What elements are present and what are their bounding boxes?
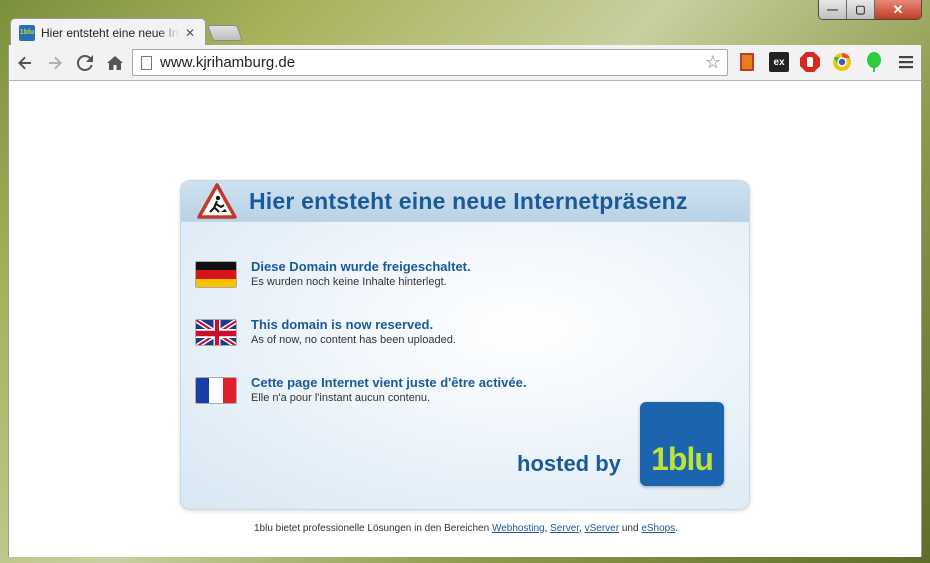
home-icon xyxy=(107,55,123,70)
url-text: www.kjrihamburg.de xyxy=(160,54,296,71)
footer-end: . xyxy=(675,523,679,534)
browser-toolbar: www.kjrihamburg.de ☆ ex xyxy=(8,45,922,81)
lang-row-fr: Cette page Internet vient juste d'être a… xyxy=(195,375,526,405)
minimize-button[interactable]: — xyxy=(819,0,847,19)
home-button[interactable] xyxy=(101,49,129,77)
lang-subtitle: Elle n'a pour l'instant aucun contenu. xyxy=(251,392,431,404)
chrome-icon[interactable] xyxy=(832,52,852,72)
forward-button[interactable] xyxy=(41,49,69,77)
footer-separator: , xyxy=(579,523,582,534)
1blu-logo[interactable]: 1blu xyxy=(640,402,724,486)
uk-flag-icon xyxy=(195,319,237,346)
lang-subtitle: Es wurden noch keine Inhalte hinterlegt. xyxy=(251,276,447,288)
webhosting-link[interactable]: Webhosting xyxy=(492,523,545,534)
page-title: Hier entsteht eine neue Internetpräsenz xyxy=(249,187,688,214)
forward-arrow-icon xyxy=(49,56,62,69)
lang-row-de: Diese Domain wurde freigeschaltet. Es wu… xyxy=(195,259,471,289)
window-controls: — ▢ ✕ xyxy=(818,0,922,20)
back-button[interactable] xyxy=(11,49,39,77)
hosted-by-label: hosted by xyxy=(517,451,621,476)
eshops-link[interactable]: eShops xyxy=(641,523,675,534)
ex-icon[interactable]: ex xyxy=(769,52,789,72)
construction-warning-icon xyxy=(197,183,237,219)
panel-header: Hier entsteht eine neue Internetpräsenz xyxy=(181,181,749,222)
footer-and: und xyxy=(621,523,639,534)
footer-text: 1blu bietet professionelle Lösungen in d… xyxy=(253,523,490,534)
browser-window: — ▢ ✕ 1blu Hier entsteht eine neue Inter… xyxy=(0,0,930,563)
french-flag-icon xyxy=(195,377,237,404)
back-arrow-icon xyxy=(18,56,31,69)
page-icon xyxy=(141,55,152,70)
footer: 1blu bietet professionelle Lösungen in d… xyxy=(9,523,923,534)
german-flag-icon xyxy=(195,261,237,288)
lang-subtitle: As of now, no content has been uploaded. xyxy=(251,334,456,346)
lang-title: Diese Domain wurde freigeschaltet. xyxy=(251,259,471,274)
favicon-icon: 1blu xyxy=(19,24,35,41)
lang-row-en: This domain is now reserved. As of now, … xyxy=(195,317,456,347)
vserver-link[interactable]: vServer xyxy=(585,523,619,534)
tab-title: Hier entsteht eine neue Internetpräsenz xyxy=(41,25,179,40)
lang-title: This domain is now reserved. xyxy=(251,317,434,332)
evernote-icon[interactable] xyxy=(864,52,884,72)
address-bar[interactable]: www.kjrihamburg.de ☆ xyxy=(132,49,728,76)
maximize-button[interactable]: ▢ xyxy=(847,0,875,19)
lang-title: Cette page Internet vient juste d'être a… xyxy=(251,375,527,390)
server-link[interactable]: Server xyxy=(550,523,579,534)
menu-icon[interactable] xyxy=(896,52,916,72)
reload-icon xyxy=(77,54,93,71)
tab-active[interactable]: 1blu Hier entsteht eine neue Internetprä… xyxy=(10,18,206,46)
reload-button[interactable] xyxy=(71,49,99,77)
bookmark-icon[interactable] xyxy=(737,52,757,72)
bookmark-star-icon[interactable]: ☆ xyxy=(705,52,721,73)
tab-close-icon[interactable]: ✕ xyxy=(185,26,195,40)
adblock-icon[interactable] xyxy=(800,52,820,72)
footer-separator: , xyxy=(544,523,548,534)
close-window-button[interactable]: ✕ xyxy=(875,0,921,19)
parking-panel: Hier entsteht eine neue Internetpräsenz … xyxy=(180,180,750,510)
page-content: Hier entsteht eine neue Internetpräsenz … xyxy=(8,81,922,557)
new-tab-button[interactable] xyxy=(207,25,243,41)
